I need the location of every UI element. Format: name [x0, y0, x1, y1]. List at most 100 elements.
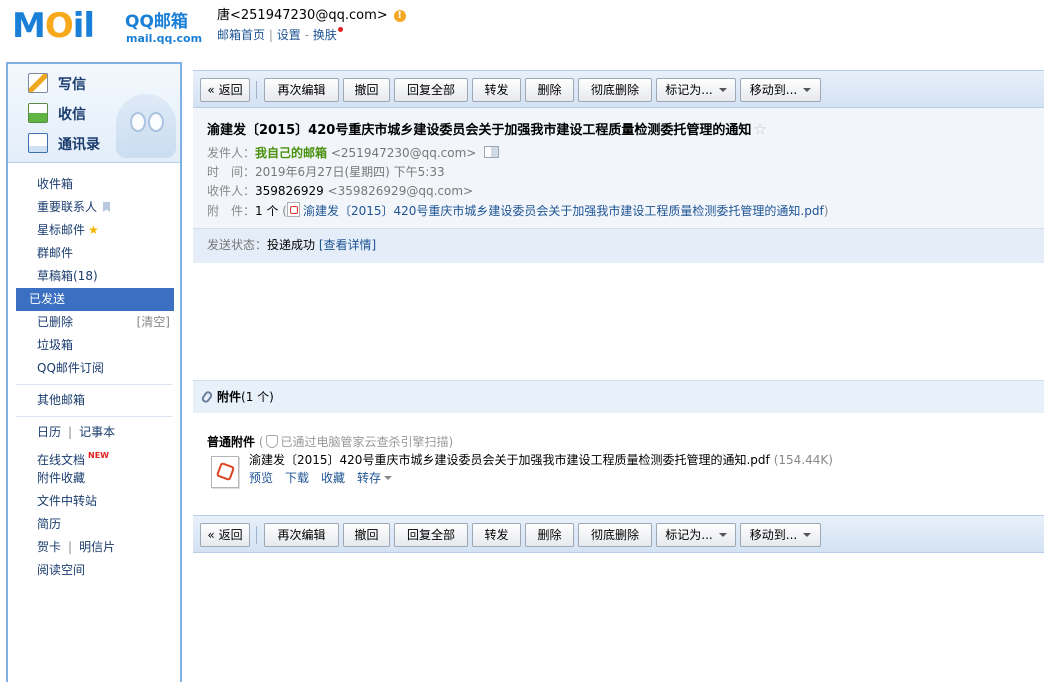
compose-button[interactable]: 写信	[28, 73, 86, 95]
attachment-type-row: 普通附件 (已通过电脑管家云查杀引擎扫描)	[207, 434, 453, 450]
recall-button[interactable]: 撤回	[343, 78, 390, 102]
tool-online-docs[interactable]: 在线文档 NEW	[16, 444, 172, 467]
delete-button[interactable]: 删除	[525, 523, 574, 547]
chevron-down-icon	[384, 476, 393, 480]
mail-body	[193, 263, 1044, 380]
collect-link[interactable]: 收藏	[321, 471, 345, 485]
tool-reading-space[interactable]: 阅读空间	[16, 559, 172, 582]
tool-file-transfer[interactable]: 文件中转站	[16, 490, 172, 513]
folder-subscriptions[interactable]: QQ邮件订阅	[16, 357, 172, 380]
recipient-name[interactable]: 359826929	[255, 184, 324, 198]
pdf-file-icon[interactable]	[211, 456, 239, 488]
mark-as-dropdown[interactable]: 标记为...	[656, 523, 736, 547]
divider	[16, 416, 172, 417]
contact-card-icon[interactable]	[484, 146, 500, 158]
chevron-down-icon	[718, 533, 727, 537]
sidebar: 写信 收信 通讯录 收件箱 重要联系人 星标邮件 ★ 群邮件 草稿箱(18) 已发…	[6, 62, 182, 682]
bookmark-icon	[103, 202, 111, 212]
user-block: 唐<251947230@qq.com>! 邮箱首页 | 设置 - 换肤	[217, 7, 406, 43]
folder-deleted[interactable]: 已删除 [清空]	[16, 311, 172, 334]
subject-text: 渝建发〔2015〕420号重庆市城乡建设委员会关于加强我市建设工程质量检测委托管…	[207, 123, 752, 138]
time-row: 时 间：2019年6月27日(星期四) 下午5:33	[207, 164, 445, 181]
logo-product-name: QQ邮箱	[125, 12, 188, 32]
receive-label: 收信	[58, 107, 86, 123]
download-link[interactable]: 下载	[285, 471, 309, 485]
folder-sent[interactable]: 已发送	[16, 288, 174, 311]
folder-spam[interactable]: 垃圾箱	[16, 334, 172, 357]
recall-button[interactable]: 撤回	[343, 523, 390, 547]
folder-label: 已发送	[29, 292, 66, 306]
contacts-button[interactable]: 通讯录	[28, 133, 100, 155]
warning-icon[interactable]: !	[393, 10, 406, 22]
chevron-down-icon	[803, 88, 812, 92]
paren-open: (	[258, 435, 264, 449]
view-details-link[interactable]: [查看详情]	[319, 238, 376, 252]
receive-button[interactable]: 收信	[28, 103, 86, 125]
folder-label: 文件中转站	[37, 494, 98, 508]
folder-other-mailboxes[interactable]: 其他邮箱	[16, 389, 172, 412]
folder-label: 群邮件	[37, 246, 74, 260]
attachments-title: 附件	[217, 390, 242, 404]
delete-permanently-button[interactable]: 彻底删除	[578, 523, 652, 547]
folder-list: 收件箱 重要联系人 星标邮件 ★ 群邮件 草稿箱(18) 已发送 已删除 [清空] …	[8, 173, 180, 582]
top-header: MOil QQ邮箱 mail.qq.com 唐<251947230@qq.com…	[0, 0, 1044, 60]
attachment-link[interactable]: 渝建发〔2015〕420号重庆市城乡建设委员会关于加强我市建设工程质量检测委托管…	[303, 204, 824, 218]
mailbox-home-link[interactable]: 邮箱首页	[217, 28, 265, 42]
folder-label: 在线文档	[37, 453, 86, 467]
sender-name[interactable]: 我自己的邮箱	[255, 146, 327, 160]
qq-penguin-decoration-icon	[116, 94, 176, 158]
mail-header: 渝建发〔2015〕420号重庆市城乡建设委员会关于加强我市建设工程质量检测委托管…	[193, 108, 1044, 264]
tools-row-calendar-notes: 日历 | 记事本	[16, 421, 172, 444]
folder-inbox[interactable]: 收件箱	[16, 173, 172, 196]
attachment-file-size: (154.44K)	[773, 453, 833, 467]
move-to-dropdown[interactable]: 移动到...	[740, 78, 821, 102]
postcards-link[interactable]: 明信片	[79, 540, 115, 554]
greeting-cards-link[interactable]: 贺卡	[37, 540, 61, 554]
paperclip-icon	[200, 389, 214, 405]
folder-important-contacts[interactable]: 重要联系人	[16, 196, 172, 219]
settings-link[interactable]: 设置	[277, 28, 301, 42]
folder-starred[interactable]: 星标邮件 ★	[16, 219, 172, 242]
reedit-button[interactable]: 再次编辑	[264, 78, 339, 102]
recipient-row: 收件人：359826929 <359826929@qq.com>	[207, 183, 473, 200]
tools-row-cards: 贺卡 | 明信片	[16, 536, 172, 559]
reedit-button[interactable]: 再次编辑	[264, 523, 339, 547]
calendar-link[interactable]: 日历	[37, 425, 61, 439]
qq-mail-logo[interactable]: MOil QQ邮箱 mail.qq.com	[12, 6, 202, 46]
folder-group-mail[interactable]: 群邮件	[16, 242, 172, 265]
notes-link[interactable]: 记事本	[79, 425, 115, 439]
contacts-label: 通讯录	[58, 137, 100, 153]
forward-button[interactable]: 转发	[472, 78, 521, 102]
back-button[interactable]: « 返回	[200, 78, 250, 102]
reply-all-button[interactable]: 回复全部	[394, 523, 468, 547]
back-button[interactable]: « 返回	[200, 523, 250, 547]
star-outline-icon[interactable]: ☆	[753, 120, 766, 138]
tool-resume[interactable]: 简历	[16, 513, 172, 536]
attachment-file-name[interactable]: 渝建发〔2015〕420号重庆市城乡建设委员会关于加强我市建设工程质量检测委托管…	[249, 453, 770, 467]
contacts-card-icon	[28, 133, 48, 153]
attachment-actions: 预览 下载 收藏 转存	[249, 470, 404, 487]
attachment-label: 附 件：	[207, 204, 256, 218]
shield-icon	[265, 435, 278, 448]
attachment-count: 1 个	[255, 204, 279, 218]
mail-view: « 返回 再次编辑 撤回 回复全部 转发 删除 彻底删除 标记为... 移动到.…	[193, 70, 1044, 674]
delete-permanently-button[interactable]: 彻底删除	[578, 78, 652, 102]
empty-trash-link[interactable]: [清空]	[137, 311, 170, 334]
move-to-dropdown[interactable]: 移动到...	[740, 523, 821, 547]
forward-button[interactable]: 转发	[472, 523, 521, 547]
attachments-count: (1 个)	[241, 390, 274, 404]
attachment-file-row: 渝建发〔2015〕420号重庆市城乡建设委员会关于加强我市建设工程质量检测委托管…	[249, 452, 833, 469]
toolbar-separator	[256, 526, 257, 544]
toolbar-separator	[256, 81, 257, 99]
folder-drafts[interactable]: 草稿箱(18)	[16, 265, 172, 288]
attachments-header: 附件(1 个)	[193, 380, 1044, 413]
mark-as-dropdown[interactable]: 标记为...	[656, 78, 736, 102]
preview-link[interactable]: 预览	[249, 471, 273, 485]
tool-attachment-favorites[interactable]: 附件收藏	[16, 467, 172, 490]
save-to-dropdown[interactable]: 转存	[357, 471, 393, 485]
change-skin-link[interactable]: 换肤	[313, 28, 337, 42]
reply-all-button[interactable]: 回复全部	[394, 78, 468, 102]
link-separator: |	[268, 28, 273, 42]
mark-as-label: 标记为...	[665, 528, 713, 542]
delete-button[interactable]: 删除	[525, 78, 574, 102]
